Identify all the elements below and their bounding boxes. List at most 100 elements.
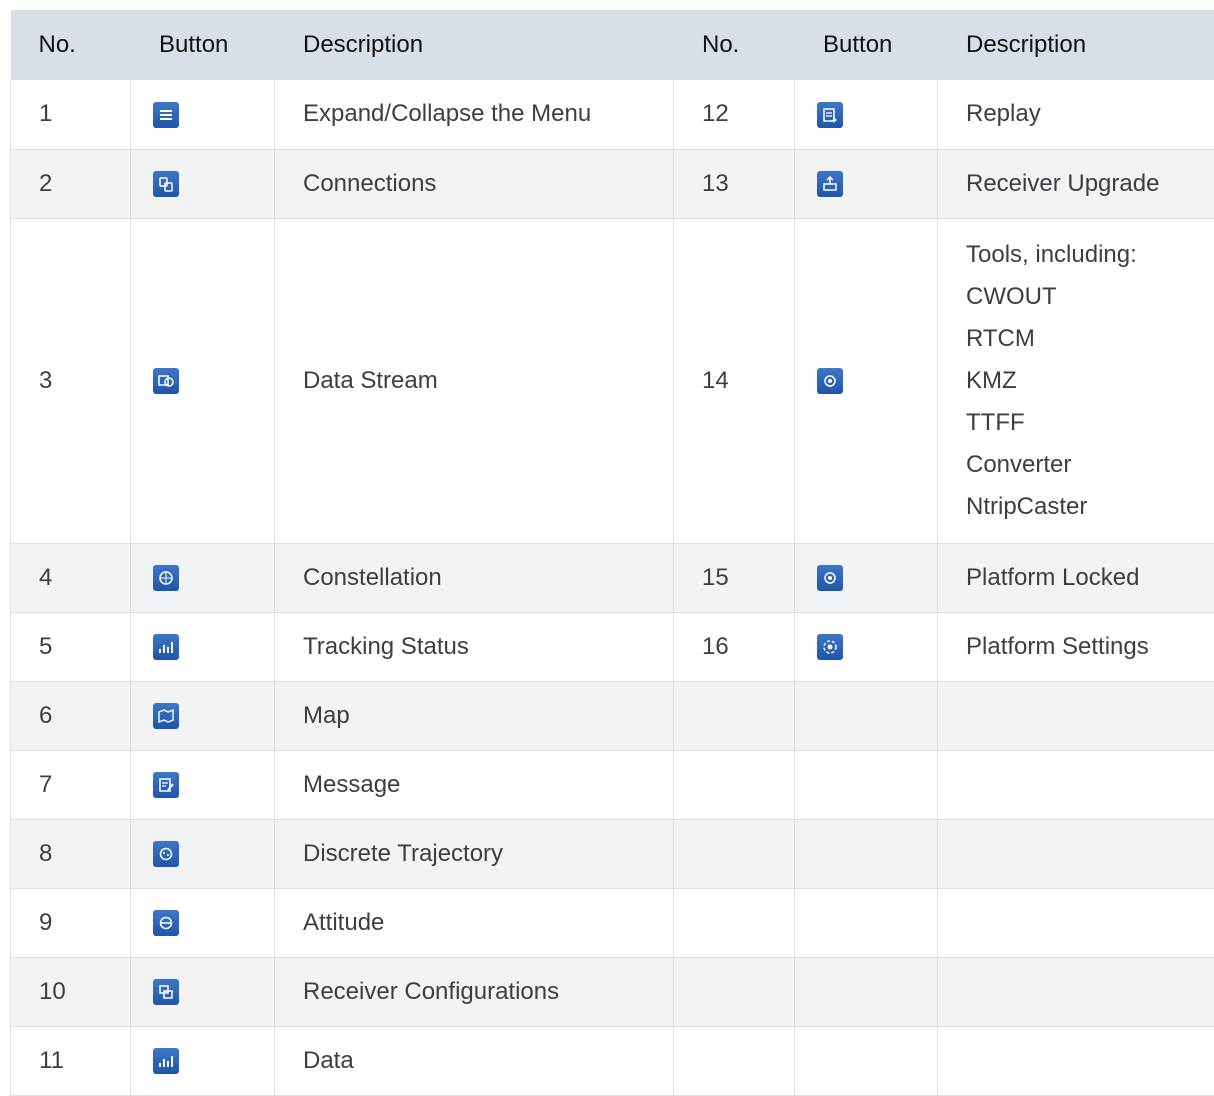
- table-row: 7 Message: [11, 750, 1214, 819]
- row-button: [795, 612, 938, 681]
- tools-line: TTFF: [966, 402, 1214, 444]
- button-reference-table-container: No. Button Description No. Button Descri…: [10, 10, 1214, 1096]
- row-button: [795, 218, 938, 543]
- replay-icon: [817, 102, 843, 128]
- row-no: 13: [674, 149, 795, 218]
- row-no: 4: [11, 543, 131, 612]
- empty-cell: [795, 681, 938, 750]
- row-button: [795, 80, 938, 149]
- row-button: [131, 888, 275, 957]
- empty-cell: [938, 819, 1214, 888]
- row-button: [131, 819, 275, 888]
- row-description: Attitude: [275, 888, 674, 957]
- row-description: Map: [275, 681, 674, 750]
- row-button: [131, 1026, 275, 1095]
- row-description: Receiver Configurations: [275, 957, 674, 1026]
- row-no: 10: [11, 957, 131, 1026]
- row-no: 7: [11, 750, 131, 819]
- row-description: Expand/Collapse the Menu: [275, 80, 674, 149]
- table-row: 5 Tracking Status 16 Platform Settings: [11, 612, 1214, 681]
- receiver-upgrade-icon: [817, 171, 843, 197]
- empty-cell: [674, 888, 795, 957]
- tools-line: RTCM: [966, 318, 1214, 360]
- empty-cell: [674, 1026, 795, 1095]
- row-description: Data Stream: [275, 218, 674, 543]
- row-description: Platform Settings: [938, 612, 1214, 681]
- row-button: [131, 750, 275, 819]
- row-button: [131, 957, 275, 1026]
- row-no: 9: [11, 888, 131, 957]
- row-description: Connections: [275, 149, 674, 218]
- row-button: [131, 681, 275, 750]
- empty-cell: [795, 888, 938, 957]
- table-header-row: No. Button Description No. Button Descri…: [11, 10, 1214, 80]
- row-no: 6: [11, 681, 131, 750]
- connections-icon: [153, 171, 179, 197]
- empty-cell: [795, 957, 938, 1026]
- row-no: 3: [11, 218, 131, 543]
- platform-locked-icon: [817, 565, 843, 591]
- row-button: [131, 149, 275, 218]
- button-reference-table: No. Button Description No. Button Descri…: [10, 10, 1214, 1096]
- header-description-2: Description: [938, 10, 1214, 80]
- table-row: 9 Attitude: [11, 888, 1214, 957]
- row-description: Data: [275, 1026, 674, 1095]
- empty-cell: [938, 888, 1214, 957]
- empty-cell: [674, 681, 795, 750]
- message-icon: [153, 772, 179, 798]
- table-row: 8 Discrete Trajectory: [11, 819, 1214, 888]
- tools-line: CWOUT: [966, 276, 1214, 318]
- table-row: 10 Receiver Configurations: [11, 957, 1214, 1026]
- row-button: [795, 543, 938, 612]
- empty-cell: [938, 681, 1214, 750]
- table-row: 1 Expand/Collapse the Menu 12 Replay: [11, 80, 1214, 149]
- row-no: 15: [674, 543, 795, 612]
- empty-cell: [674, 819, 795, 888]
- table-row: 3 Data Stream 14 Tools, including: CWOUT…: [11, 218, 1214, 543]
- empty-cell: [674, 957, 795, 1026]
- header-no-2: No.: [674, 10, 795, 80]
- menu-icon: [153, 102, 179, 128]
- table-row: 4 Constellation 15 Platform Locked: [11, 543, 1214, 612]
- row-no: 14: [674, 218, 795, 543]
- tools-line: Converter: [966, 444, 1214, 486]
- data-icon: [153, 1048, 179, 1074]
- row-description: Replay: [938, 80, 1214, 149]
- discrete-trajectory-icon: [153, 841, 179, 867]
- row-description: Receiver Upgrade: [938, 149, 1214, 218]
- header-button-2: Button: [795, 10, 938, 80]
- empty-cell: [938, 957, 1214, 1026]
- row-description: Tracking Status: [275, 612, 674, 681]
- row-description-multiline: Tools, including: CWOUT RTCM KMZ TTFF Co…: [938, 218, 1214, 543]
- empty-cell: [938, 1026, 1214, 1095]
- header-description: Description: [275, 10, 674, 80]
- empty-cell: [795, 819, 938, 888]
- map-icon: [153, 703, 179, 729]
- tools-line: Tools, including:: [966, 234, 1214, 276]
- row-no: 12: [674, 80, 795, 149]
- tools-line: KMZ: [966, 360, 1214, 402]
- receiver-configurations-icon: [153, 979, 179, 1005]
- table-row: 11 Data: [11, 1026, 1214, 1095]
- row-description: Platform Locked: [938, 543, 1214, 612]
- constellation-icon: [153, 565, 179, 591]
- attitude-icon: [153, 910, 179, 936]
- header-no: No.: [11, 10, 131, 80]
- empty-cell: [795, 1026, 938, 1095]
- empty-cell: [938, 750, 1214, 819]
- row-button: [131, 80, 275, 149]
- empty-cell: [795, 750, 938, 819]
- platform-settings-icon: [817, 634, 843, 660]
- row-no: 11: [11, 1026, 131, 1095]
- row-no: 16: [674, 612, 795, 681]
- tracking-status-icon: [153, 634, 179, 660]
- row-no: 2: [11, 149, 131, 218]
- empty-cell: [674, 750, 795, 819]
- header-button: Button: [131, 10, 275, 80]
- row-button: [131, 543, 275, 612]
- row-no: 1: [11, 80, 131, 149]
- tools-line: NtripCaster: [966, 486, 1214, 528]
- row-button: [131, 612, 275, 681]
- data-stream-icon: [153, 368, 179, 394]
- row-description: Discrete Trajectory: [275, 819, 674, 888]
